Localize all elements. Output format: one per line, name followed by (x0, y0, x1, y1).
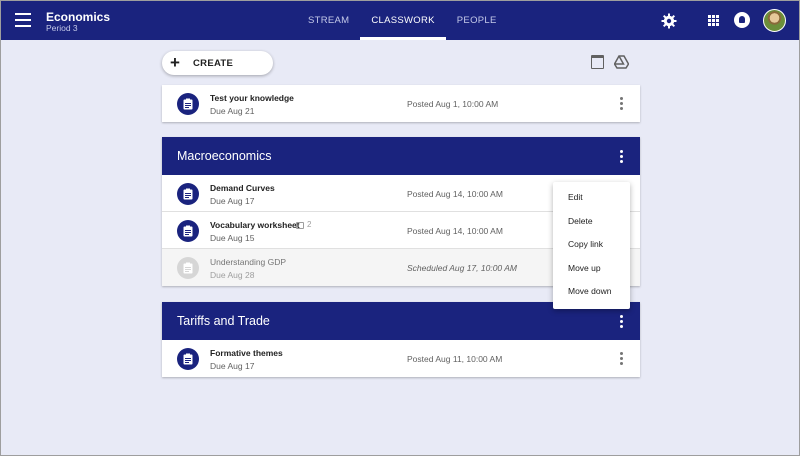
assignment-due: Due Aug 17 (210, 196, 255, 206)
assignment-icon (177, 220, 199, 242)
comment-icon (296, 222, 304, 229)
topic-title[interactable]: Macroeconomics (177, 149, 271, 163)
menu-item-copy-link[interactable]: Copy link (553, 233, 630, 257)
assignment-title: Understanding GDP (210, 257, 287, 267)
tab-people[interactable]: PEOPLE (446, 1, 508, 40)
assignment-scheduled: Scheduled Aug 17, 10:00 AM (407, 263, 517, 273)
assignment-row[interactable]: Test your knowledge Due Aug 21 Posted Au… (162, 85, 640, 122)
topic-more-options-icon[interactable] (620, 150, 624, 164)
assignment-posted: Posted Aug 14, 10:00 AM (407, 226, 503, 236)
assignment-icon (177, 257, 199, 279)
assignment-row[interactable]: Formative themes Due Aug 17 Posted Aug 1… (162, 340, 640, 377)
assignment-title: Vocabulary worksheet (210, 220, 300, 230)
create-button-label: CREATE (193, 58, 234, 69)
assignment-due: Due Aug 28 (210, 270, 255, 280)
assignment-icon (177, 183, 199, 205)
assignment-posted: Posted Aug 14, 10:00 AM (407, 189, 503, 199)
context-menu: Edit Delete Copy link Move up Move down (553, 182, 630, 309)
assignment-icon (177, 348, 199, 370)
menu-item-move-up[interactable]: Move up (553, 257, 630, 281)
assignment-icon (177, 93, 199, 115)
tab-stream[interactable]: STREAM (297, 1, 360, 40)
gear-icon[interactable] (661, 13, 677, 29)
assignment-title: Test your knowledge (210, 93, 294, 103)
assignment-title: Formative themes (210, 348, 283, 358)
tab-bar: STREAM CLASSWORK PEOPLE (297, 1, 508, 40)
more-options-icon[interactable] (620, 352, 624, 366)
plus-icon: + (170, 53, 180, 72)
comment-count: 2 (307, 220, 312, 229)
menu-item-edit[interactable]: Edit (553, 186, 630, 210)
topic-card-tariffs-and-trade: Tariffs and Trade Formative themes Due A… (162, 302, 640, 377)
assignment-due: Due Aug 21 (210, 106, 255, 116)
topic-header: Macroeconomics (162, 137, 640, 175)
drive-icon[interactable] (613, 55, 630, 69)
notification-icon[interactable] (734, 12, 750, 28)
course-title[interactable]: Economics (46, 10, 110, 24)
assignment-posted: Posted Aug 11, 10:00 AM (407, 354, 503, 364)
top-app-bar: Economics Period 3 STREAM CLASSWORK PEOP… (1, 1, 799, 40)
more-options-icon[interactable] (620, 97, 624, 111)
apps-grid-icon[interactable] (708, 15, 719, 26)
topic-more-options-icon[interactable] (620, 315, 624, 329)
assignment-posted: Posted Aug 1, 10:00 AM (407, 99, 499, 109)
assignment-due: Due Aug 15 (210, 233, 255, 243)
menu-item-move-down[interactable]: Move down (553, 280, 630, 304)
topic-title[interactable]: Tariffs and Trade (177, 314, 270, 328)
assignment-title: Demand Curves (210, 183, 275, 193)
menu-item-delete[interactable]: Delete (553, 210, 630, 234)
create-button[interactable]: + CREATE (162, 51, 273, 75)
assignment-due: Due Aug 17 (210, 361, 255, 371)
calendar-icon[interactable] (591, 55, 604, 69)
avatar[interactable] (763, 9, 786, 32)
assignment-card: Test your knowledge Due Aug 21 Posted Au… (162, 85, 640, 122)
tab-classwork[interactable]: CLASSWORK (360, 1, 447, 40)
course-subtitle: Period 3 (46, 23, 78, 33)
menu-icon[interactable] (15, 13, 31, 27)
